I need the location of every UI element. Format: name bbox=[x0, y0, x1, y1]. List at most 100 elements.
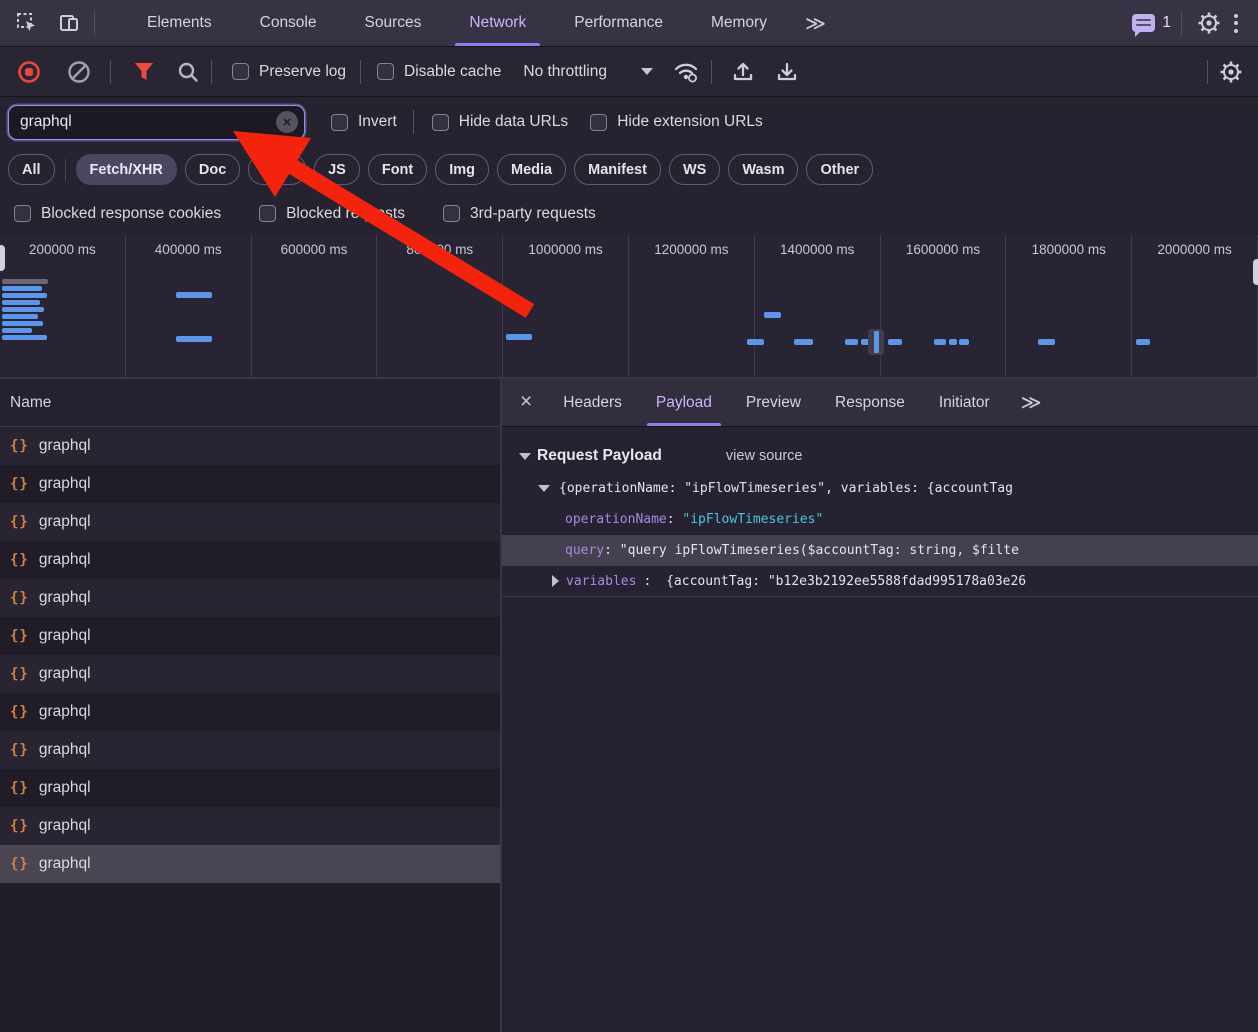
overview-right-handle[interactable] bbox=[1253, 259, 1258, 285]
hide-data-urls-checkbox[interactable] bbox=[432, 114, 449, 131]
inspect-element-icon[interactable] bbox=[12, 8, 42, 38]
payload-key: query bbox=[565, 543, 604, 558]
chip-fetch-xhr[interactable]: Fetch/XHR bbox=[76, 154, 177, 185]
request-row[interactable]: {}graphql bbox=[0, 617, 500, 655]
detail-tab-payload[interactable]: Payload bbox=[639, 379, 729, 426]
view-source-link[interactable]: view source bbox=[726, 448, 803, 464]
payload-summary-row[interactable]: {operationName: "ipFlowTimeseries", vari… bbox=[502, 473, 1258, 504]
tab-network[interactable]: Network bbox=[445, 0, 550, 46]
hide-data-urls-label: Hide data URLs bbox=[459, 113, 568, 131]
request-name: graphql bbox=[39, 589, 91, 607]
chip-doc[interactable]: Doc bbox=[185, 154, 240, 185]
chip-img[interactable]: Img bbox=[435, 154, 489, 185]
third-party-toggle[interactable]: 3rd-party requests bbox=[443, 205, 596, 223]
request-row[interactable]: {}graphql bbox=[0, 465, 500, 503]
chip-font[interactable]: Font bbox=[368, 154, 427, 185]
disable-cache-toggle[interactable]: Disable cache bbox=[377, 63, 501, 81]
payload-value: "ipFlowTimeseries" bbox=[682, 512, 823, 527]
payload-row-variables[interactable]: variables: {accountTag: "b12e3b2192ee558… bbox=[502, 566, 1258, 597]
request-payload-section[interactable]: Request Payload view source bbox=[502, 439, 1258, 473]
device-toolbar-icon[interactable] bbox=[54, 8, 84, 38]
clear-filter-icon[interactable]: × bbox=[276, 111, 298, 133]
tab-elements[interactable]: Elements bbox=[123, 0, 236, 46]
preserve-log-checkbox[interactable] bbox=[232, 63, 249, 80]
chip-wasm[interactable]: Wasm bbox=[728, 154, 798, 185]
blocked-requests-checkbox[interactable] bbox=[259, 205, 276, 222]
request-row[interactable]: {}graphql bbox=[0, 731, 500, 769]
request-row[interactable]: {}graphql bbox=[0, 541, 500, 579]
network-settings-gear-icon[interactable] bbox=[1216, 57, 1246, 87]
request-row[interactable]: {}graphql bbox=[0, 579, 500, 617]
invert-toggle[interactable]: Invert bbox=[331, 113, 397, 131]
filter-icon[interactable] bbox=[129, 57, 159, 87]
hide-extension-urls-checkbox[interactable] bbox=[590, 114, 607, 131]
network-toolbar: Preserve log Disable cache No throttling bbox=[0, 47, 1258, 97]
request-row[interactable]: {}graphql bbox=[0, 769, 500, 807]
search-icon[interactable] bbox=[173, 57, 203, 87]
hide-data-urls-toggle[interactable]: Hide data URLs bbox=[432, 113, 568, 131]
blocked-cookies-checkbox[interactable] bbox=[14, 205, 31, 222]
tab-sources[interactable]: Sources bbox=[341, 0, 446, 46]
divider bbox=[211, 60, 212, 84]
chip-ws[interactable]: WS bbox=[669, 154, 720, 185]
request-row-selected[interactable]: {}graphql bbox=[0, 845, 500, 883]
export-har-icon[interactable] bbox=[772, 57, 802, 87]
request-row[interactable]: {}graphql bbox=[0, 807, 500, 845]
request-row[interactable]: {}graphql bbox=[0, 655, 500, 693]
more-tabs-icon[interactable]: ≫ bbox=[791, 11, 840, 36]
invert-checkbox[interactable] bbox=[331, 114, 348, 131]
devtools-tab-bar: Elements Console Sources Network Perform… bbox=[0, 0, 1258, 47]
third-party-checkbox[interactable] bbox=[443, 205, 460, 222]
request-row[interactable]: {}graphql bbox=[0, 503, 500, 541]
timeline-tick: 1200000 ms bbox=[629, 235, 755, 377]
clear-network-log-button[interactable] bbox=[64, 57, 94, 87]
tab-performance[interactable]: Performance bbox=[550, 0, 687, 46]
issues-badge[interactable]: 1 bbox=[1132, 14, 1171, 32]
chip-manifest[interactable]: Manifest bbox=[574, 154, 661, 185]
disable-cache-checkbox[interactable] bbox=[377, 63, 394, 80]
chip-js[interactable]: JS bbox=[314, 154, 360, 185]
chip-all[interactable]: All bbox=[8, 154, 55, 185]
detail-tab-preview[interactable]: Preview bbox=[729, 379, 818, 426]
tab-memory[interactable]: Memory bbox=[687, 0, 791, 46]
tab-console[interactable]: Console bbox=[236, 0, 341, 46]
detail-tab-response[interactable]: Response bbox=[818, 379, 922, 426]
request-row[interactable]: {}graphql bbox=[0, 693, 500, 731]
chip-other[interactable]: Other bbox=[806, 154, 873, 185]
divider bbox=[65, 159, 66, 181]
filter-input[interactable] bbox=[8, 105, 305, 140]
chip-media[interactable]: Media bbox=[497, 154, 566, 185]
network-conditions-icon[interactable] bbox=[671, 57, 701, 87]
blocked-requests-toggle[interactable]: Blocked requests bbox=[259, 205, 405, 223]
payload-row-query[interactable]: query: "query ipFlowTimeseries($accountT… bbox=[502, 535, 1258, 566]
preserve-log-toggle[interactable]: Preserve log bbox=[232, 63, 346, 81]
detail-tab-headers[interactable]: Headers bbox=[546, 379, 639, 426]
more-options-icon[interactable] bbox=[1224, 8, 1248, 39]
hide-extension-urls-label: Hide extension URLs bbox=[617, 113, 763, 131]
chip-css[interactable]: CSS bbox=[248, 154, 306, 185]
throttling-select[interactable]: No throttling bbox=[523, 63, 653, 81]
detail-tab-initiator[interactable]: Initiator bbox=[922, 379, 1007, 426]
network-overview-timeline[interactable]: 200000 ms 400000 ms 600000 ms 800000 ms … bbox=[0, 235, 1258, 379]
divider bbox=[1181, 11, 1182, 35]
payload-value: "query ipFlowTimeseries($accountTag: str… bbox=[620, 543, 1019, 558]
blocked-cookies-toggle[interactable]: Blocked response cookies bbox=[14, 205, 221, 223]
request-type-chips: All Fetch/XHR Doc CSS JS Font Img Media … bbox=[0, 147, 1258, 192]
json-braces-icon: {} bbox=[10, 742, 29, 758]
request-name: graphql bbox=[39, 475, 91, 493]
request-rows: {}graphql {}graphql {}graphql {}graphql … bbox=[0, 427, 500, 883]
close-icon[interactable]: × bbox=[502, 390, 546, 416]
settings-gear-icon[interactable] bbox=[1194, 8, 1224, 38]
name-column-header[interactable]: Name bbox=[0, 379, 500, 427]
more-detail-tabs-icon[interactable]: ≫ bbox=[1007, 390, 1056, 415]
divider bbox=[413, 110, 414, 134]
overview-left-handle[interactable] bbox=[0, 245, 5, 271]
request-row[interactable]: {}graphql bbox=[0, 427, 500, 465]
json-braces-icon: {} bbox=[10, 514, 29, 530]
record-network-log-button[interactable] bbox=[14, 57, 44, 87]
hide-extension-urls-toggle[interactable]: Hide extension URLs bbox=[590, 113, 763, 131]
import-har-icon[interactable] bbox=[728, 57, 758, 87]
timeline-tick: 1800000 ms bbox=[1006, 235, 1132, 377]
request-detail-panel: × Headers Payload Preview Response Initi… bbox=[502, 379, 1258, 1032]
payload-row-operation-name[interactable]: operationName: "ipFlowTimeseries" bbox=[502, 504, 1258, 535]
